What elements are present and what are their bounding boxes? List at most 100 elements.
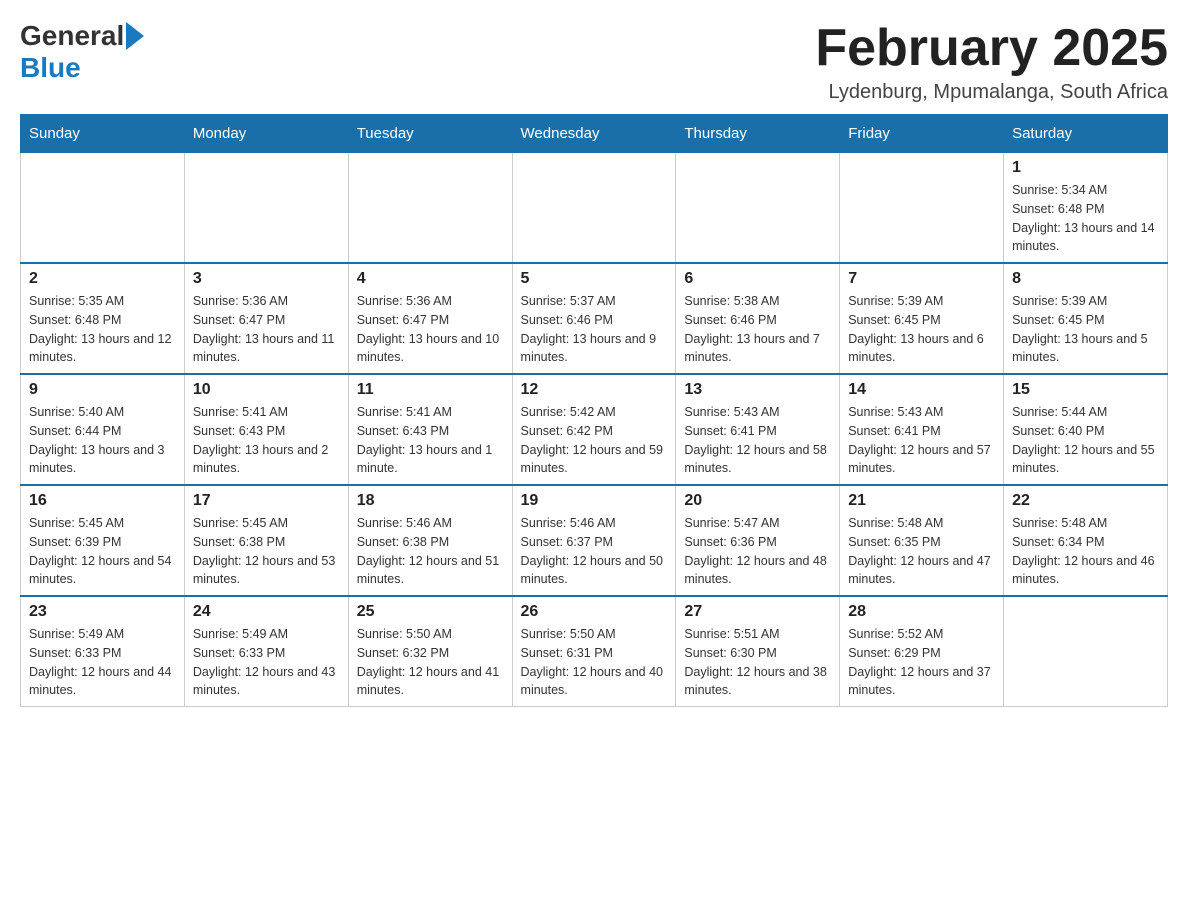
calendar-cell: 7 Sunrise: 5:39 AM Sunset: 6:45 PM Daylig… [840, 263, 1004, 374]
location-subtitle: Lydenburg, Mpumalanga, South Africa [815, 81, 1168, 104]
title-section: February 2025 Lydenburg, Mpumalanga, Sou… [815, 20, 1168, 104]
calendar-week-row: 1 Sunrise: 5:34 AM Sunset: 6:48 PM Daylig… [21, 153, 1168, 264]
day-number: 23 [29, 603, 176, 621]
calendar-header-row: SundayMondayTuesdayWednesdayThursdayFrid… [21, 115, 1168, 153]
day-info: Sunrise: 5:51 AM Sunset: 6:30 PM Dayligh… [684, 625, 831, 700]
calendar-cell: 18 Sunrise: 5:46 AM Sunset: 6:38 PM Dayli… [348, 485, 512, 596]
day-info: Sunrise: 5:48 AM Sunset: 6:35 PM Dayligh… [848, 514, 995, 589]
calendar-cell: 25 Sunrise: 5:50 AM Sunset: 6:32 PM Dayli… [348, 596, 512, 707]
day-info: Sunrise: 5:45 AM Sunset: 6:38 PM Dayligh… [193, 514, 340, 589]
day-number: 22 [1012, 492, 1159, 510]
calendar-cell: 27 Sunrise: 5:51 AM Sunset: 6:30 PM Dayli… [676, 596, 840, 707]
logo-general-text: General [20, 20, 124, 52]
day-number: 5 [521, 270, 668, 288]
day-info: Sunrise: 5:39 AM Sunset: 6:45 PM Dayligh… [1012, 292, 1159, 367]
day-number: 18 [357, 492, 504, 510]
day-info: Sunrise: 5:50 AM Sunset: 6:32 PM Dayligh… [357, 625, 504, 700]
day-header-tuesday: Tuesday [348, 115, 512, 153]
day-info: Sunrise: 5:36 AM Sunset: 6:47 PM Dayligh… [357, 292, 504, 367]
day-number: 2 [29, 270, 176, 288]
calendar-cell: 4 Sunrise: 5:36 AM Sunset: 6:47 PM Daylig… [348, 263, 512, 374]
day-number: 19 [521, 492, 668, 510]
day-number: 3 [193, 270, 340, 288]
calendar-cell: 1 Sunrise: 5:34 AM Sunset: 6:48 PM Daylig… [1004, 153, 1168, 264]
day-number: 17 [193, 492, 340, 510]
day-info: Sunrise: 5:39 AM Sunset: 6:45 PM Dayligh… [848, 292, 995, 367]
day-number: 1 [1012, 159, 1159, 177]
calendar-week-row: 9 Sunrise: 5:40 AM Sunset: 6:44 PM Daylig… [21, 374, 1168, 485]
day-info: Sunrise: 5:38 AM Sunset: 6:46 PM Dayligh… [684, 292, 831, 367]
calendar-cell: 11Sunrise: 5:41 AM Sunset: 6:43 PM Dayli… [348, 374, 512, 485]
day-info: Sunrise: 5:48 AM Sunset: 6:34 PM Dayligh… [1012, 514, 1159, 589]
calendar-table: SundayMondayTuesdayWednesdayThursdayFrid… [20, 114, 1168, 707]
day-info: Sunrise: 5:42 AM Sunset: 6:42 PM Dayligh… [521, 403, 668, 478]
day-number: 7 [848, 270, 995, 288]
calendar-cell: 3 Sunrise: 5:36 AM Sunset: 6:47 PM Daylig… [184, 263, 348, 374]
day-header-wednesday: Wednesday [512, 115, 676, 153]
day-info: Sunrise: 5:46 AM Sunset: 6:37 PM Dayligh… [521, 514, 668, 589]
calendar-cell: 8 Sunrise: 5:39 AM Sunset: 6:45 PM Daylig… [1004, 263, 1168, 374]
calendar-cell: 17 Sunrise: 5:45 AM Sunset: 6:38 PM Dayli… [184, 485, 348, 596]
day-info: Sunrise: 5:43 AM Sunset: 6:41 PM Dayligh… [848, 403, 995, 478]
calendar-cell: 15Sunrise: 5:44 AM Sunset: 6:40 PM Dayli… [1004, 374, 1168, 485]
logo: General Blue [20, 20, 146, 84]
calendar-cell: 13Sunrise: 5:43 AM Sunset: 6:41 PM Dayli… [676, 374, 840, 485]
day-info: Sunrise: 5:44 AM Sunset: 6:40 PM Dayligh… [1012, 403, 1159, 478]
calendar-cell: 28Sunrise: 5:52 AM Sunset: 6:29 PM Dayli… [840, 596, 1004, 707]
day-header-monday: Monday [184, 115, 348, 153]
day-info: Sunrise: 5:36 AM Sunset: 6:47 PM Dayligh… [193, 292, 340, 367]
day-info: Sunrise: 5:50 AM Sunset: 6:31 PM Dayligh… [521, 625, 668, 700]
day-header-thursday: Thursday [676, 115, 840, 153]
calendar-cell: 26 Sunrise: 5:50 AM Sunset: 6:31 PM Dayli… [512, 596, 676, 707]
day-header-sunday: Sunday [21, 115, 185, 153]
calendar-cell: 23Sunrise: 5:49 AM Sunset: 6:33 PM Dayli… [21, 596, 185, 707]
calendar-cell [840, 153, 1004, 264]
calendar-cell [21, 153, 185, 264]
day-info: Sunrise: 5:45 AM Sunset: 6:39 PM Dayligh… [29, 514, 176, 589]
calendar-cell [512, 153, 676, 264]
day-number: 26 [521, 603, 668, 621]
day-info: Sunrise: 5:41 AM Sunset: 6:43 PM Dayligh… [357, 403, 504, 478]
calendar-cell: 20Sunrise: 5:47 AM Sunset: 6:36 PM Dayli… [676, 485, 840, 596]
calendar-cell [676, 153, 840, 264]
day-header-saturday: Saturday [1004, 115, 1168, 153]
calendar-cell [184, 153, 348, 264]
calendar-week-row: 16 Sunrise: 5:45 AM Sunset: 6:39 PM Dayli… [21, 485, 1168, 596]
calendar-cell: 21 Sunrise: 5:48 AM Sunset: 6:35 PM Dayli… [840, 485, 1004, 596]
day-info: Sunrise: 5:37 AM Sunset: 6:46 PM Dayligh… [521, 292, 668, 367]
calendar-week-row: 23 Sunrise: 5:49 AM Sunset: 6:33 PM Dayli… [21, 596, 1168, 707]
day-info: Sunrise: 5:49 AM Sunset: 6:33 PM Dayligh… [193, 625, 340, 700]
day-number: 28 [848, 603, 995, 621]
day-number: 4 [357, 270, 504, 288]
day-number: 27 [684, 603, 831, 621]
logo-arrow-icon [126, 22, 144, 50]
day-info: Sunrise: 5:47 AM Sunset: 6:36 PM Dayligh… [684, 514, 831, 589]
day-number: 14 [848, 381, 995, 399]
day-number: 8 [1012, 270, 1159, 288]
calendar-cell: 5 Sunrise: 5:37 AM Sunset: 6:46 PM Daylig… [512, 263, 676, 374]
calendar-cell: 12 Sunrise: 5:42 AM Sunset: 6:42 PM Dayli… [512, 374, 676, 485]
day-info: Sunrise: 5:34 AM Sunset: 6:48 PM Dayligh… [1012, 181, 1159, 256]
day-number: 16 [29, 492, 176, 510]
day-number: 12 [521, 381, 668, 399]
day-number: 21 [848, 492, 995, 510]
calendar-week-row: 2 Sunrise: 5:35 AM Sunset: 6:48 PM Daylig… [21, 263, 1168, 374]
calendar-cell: 9 Sunrise: 5:40 AM Sunset: 6:44 PM Daylig… [21, 374, 185, 485]
calendar-cell: 22 Sunrise: 5:48 AM Sunset: 6:34 PM Dayli… [1004, 485, 1168, 596]
calendar-cell: 10 Sunrise: 5:41 AM Sunset: 6:43 PM Dayli… [184, 374, 348, 485]
day-number: 25 [357, 603, 504, 621]
calendar-cell: 2 Sunrise: 5:35 AM Sunset: 6:48 PM Daylig… [21, 263, 185, 374]
day-info: Sunrise: 5:40 AM Sunset: 6:44 PM Dayligh… [29, 403, 176, 478]
day-number: 10 [193, 381, 340, 399]
calendar-cell: 14 Sunrise: 5:43 AM Sunset: 6:41 PM Dayli… [840, 374, 1004, 485]
day-header-friday: Friday [840, 115, 1004, 153]
day-number: 13 [684, 381, 831, 399]
day-number: 9 [29, 381, 176, 399]
calendar-cell [348, 153, 512, 264]
page-header: General Blue February 2025 Lydenburg, Mp… [20, 20, 1168, 104]
logo-blue-text: Blue [20, 52, 81, 84]
calendar-cell [1004, 596, 1168, 707]
day-info: Sunrise: 5:41 AM Sunset: 6:43 PM Dayligh… [193, 403, 340, 478]
day-info: Sunrise: 5:46 AM Sunset: 6:38 PM Dayligh… [357, 514, 504, 589]
day-info: Sunrise: 5:35 AM Sunset: 6:48 PM Dayligh… [29, 292, 176, 367]
